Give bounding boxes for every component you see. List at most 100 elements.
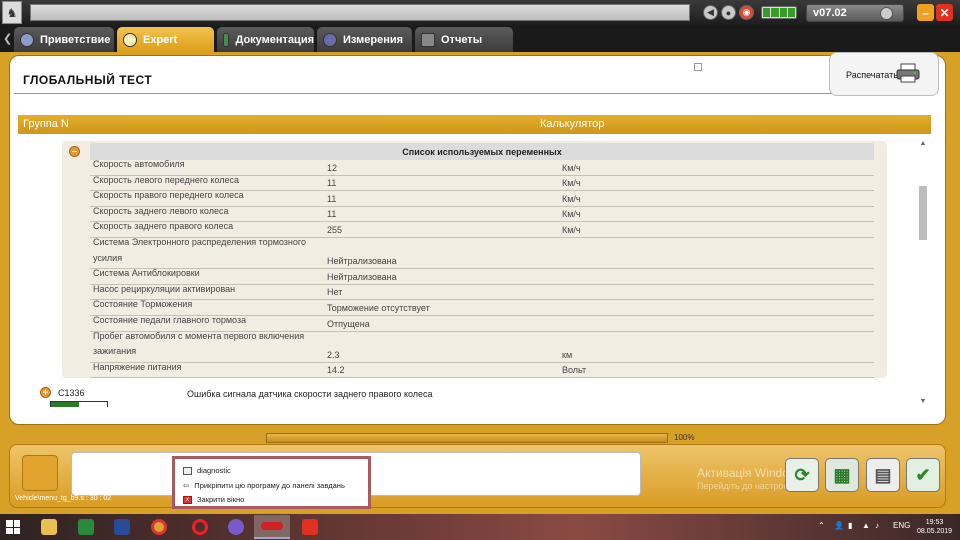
expand-icon[interactable]: .	[694, 63, 702, 71]
taskbar-diagnostic[interactable]	[254, 515, 290, 539]
volume-icon[interactable]: ♪	[875, 521, 879, 530]
pdf-icon	[302, 519, 318, 535]
variable-value: Нет	[327, 287, 343, 298]
progress-bar	[266, 433, 668, 443]
scroll-up-icon[interactable]: ▲	[918, 140, 928, 150]
variable-name: Скорость правого переднего колеса	[93, 190, 244, 201]
tab-bar: ❮ Приветствие Expert Документация Измере…	[0, 26, 960, 52]
close-button[interactable]: ✕	[936, 4, 953, 21]
welcome-icon	[20, 32, 34, 47]
taskbar-save-app[interactable]	[104, 515, 140, 539]
store-icon	[78, 519, 94, 535]
variable-value: 2.3	[327, 349, 340, 360]
scrollbar[interactable]: ▲ ▼	[918, 140, 928, 408]
taskbar-clock[interactable]: 19:53 08.05.2019	[917, 518, 952, 536]
language-indicator[interactable]: ENG	[893, 521, 910, 530]
version-display: v07.02	[806, 4, 904, 22]
tab-label: Приветствие	[40, 33, 111, 46]
pin-icon: ⇦	[183, 481, 190, 490]
title-field	[30, 4, 690, 21]
scroll-thumb[interactable]	[919, 186, 927, 240]
floppy-icon	[114, 519, 130, 535]
tray-chevron-icon[interactable]: ⌃	[818, 521, 825, 530]
variable-value: 11	[327, 178, 337, 189]
network-icon[interactable]: ▲	[862, 521, 870, 530]
table-row: Напряжение питания 14.2 Вольт	[90, 361, 874, 379]
variable-value: 255	[327, 224, 343, 235]
print-button[interactable]: Распечатать	[829, 52, 939, 96]
fault-code: C1336	[58, 388, 85, 398]
tab-welcome[interactable]: Приветствие	[14, 27, 114, 52]
clock-time: 19:53	[925, 519, 944, 526]
table-row: Пробег автомобиля с момента первого вклю…	[90, 331, 874, 363]
fault-description: Ошибка сигнала датчика скорости заднего …	[187, 389, 433, 399]
battery-tray-icon[interactable]: ▮	[848, 521, 852, 530]
jumplist-close[interactable]: x Закрити вікно	[183, 495, 244, 504]
record-icon[interactable]: ◉	[739, 5, 754, 20]
taskbar-chrome[interactable]	[141, 515, 177, 539]
top-bar: ♞ ◀ ● ◉ v07.02 – ✕	[0, 0, 960, 26]
taskbar-file-explorer[interactable]	[31, 515, 67, 539]
scroll-down-icon[interactable]: ▼	[918, 398, 928, 408]
jumplist-app-label: diagnostic	[197, 466, 231, 475]
variable-name: Скорость левого переднего колеса	[93, 174, 240, 185]
battery-icon	[761, 6, 797, 19]
peugeot-logo-icon: ♞	[2, 1, 22, 24]
variable-name: Состояние педали главного тормоза	[93, 314, 247, 325]
jumplist-pin-label: Прикріпити цю програму до панелі завдань	[194, 481, 345, 490]
variable-name: Скорость заднего левого колеса	[93, 205, 229, 216]
variable-name: Система Электронного распределения тормо…	[93, 236, 306, 263]
tab-label: Измерения	[343, 33, 404, 46]
taskbar-opera[interactable]	[182, 515, 218, 539]
variable-unit: Км/ч	[562, 162, 581, 173]
status-path: Vehicle\menu_tg_b9.s : 30 : 02	[15, 495, 112, 502]
ecu-button[interactable]: ▦	[825, 458, 859, 492]
tab-expert[interactable]: Expert	[117, 27, 214, 52]
print-report-button[interactable]: ▤	[866, 458, 900, 492]
arrow-icon[interactable]: ◀	[703, 5, 718, 20]
activation-watermark-sub: Перейдіть до настроек	[697, 481, 793, 491]
search-icon	[123, 32, 137, 47]
taskbar-store[interactable]	[68, 515, 104, 539]
wave-icon	[323, 32, 337, 47]
status-square	[22, 455, 58, 491]
user-icon[interactable]: ●	[721, 5, 736, 20]
variable-unit: Вольт	[562, 365, 587, 376]
version-knob-icon[interactable]	[880, 7, 893, 20]
variable-name: Состояние Торможения	[93, 299, 193, 310]
confirm-button[interactable]: ✔	[906, 458, 940, 492]
variable-name: Напряжение питания	[93, 361, 182, 372]
minimize-button[interactable]: –	[917, 4, 934, 21]
opera-icon	[192, 519, 208, 535]
refresh-button[interactable]: ⟳	[785, 458, 819, 492]
tray-people-icon[interactable]: 👤	[834, 521, 844, 530]
tab-documentation[interactable]: Документация	[217, 27, 314, 52]
collapse-icon[interactable]	[69, 146, 80, 157]
variable-value: Нейтрализована	[327, 271, 397, 282]
chrome-icon	[151, 519, 167, 535]
printer-icon	[896, 63, 920, 83]
taskbar-viber[interactable]	[218, 515, 254, 539]
fault-row[interactable]: + C1336 Ошибка сигнала датчика скорости …	[40, 386, 900, 401]
variable-value: Торможение отсутствует	[327, 302, 430, 313]
back-chevron-icon[interactable]: ❮	[3, 32, 12, 45]
jumplist-pin[interactable]: ⇦ Прикріпити цю програму до панелі завдан…	[183, 481, 345, 490]
table-row: Система Электронного распределения тормо…	[90, 236, 874, 270]
tab-measurements[interactable]: Измерения	[317, 27, 412, 52]
variable-name: Система Антиблокировки	[93, 268, 200, 279]
taskbar-acrobat[interactable]	[292, 515, 328, 539]
variable-name: Насос рециркуляции активирован	[93, 283, 236, 294]
tab-reports[interactable]: Отчеты	[415, 27, 513, 52]
folder-icon	[41, 519, 57, 535]
variable-unit: Км/ч	[562, 224, 581, 235]
variable-value: 14.2	[327, 365, 345, 376]
title-divider	[14, 93, 934, 94]
computer-name: Калькулятор	[540, 118, 605, 130]
variable-name: Скорость автомобиля	[93, 159, 185, 169]
group-name: Группа N	[23, 118, 69, 130]
windows-start-icon[interactable]	[6, 520, 20, 534]
tab-label: Документация	[235, 33, 314, 46]
progress-fill	[267, 434, 667, 442]
expand-plus-icon[interactable]: +	[40, 387, 51, 398]
jumplist-app[interactable]: diagnostic	[183, 466, 231, 475]
